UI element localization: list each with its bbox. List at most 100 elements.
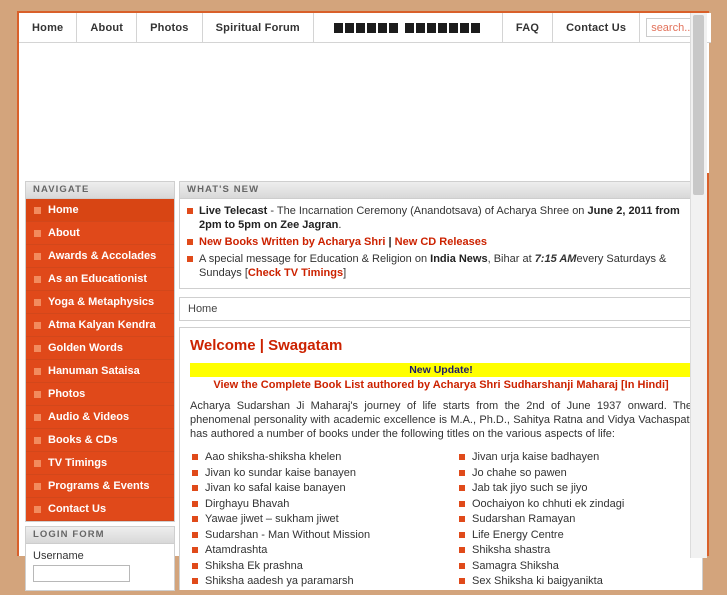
sidebar-item-photos[interactable]: Photos <box>26 383 174 406</box>
sidebar-item-awards-accolades[interactable]: Awards & Accolades <box>26 245 174 268</box>
square-bullet-icon <box>34 413 41 421</box>
book-list-item[interactable]: Atamdrashta <box>190 543 441 557</box>
username-label: Username <box>33 550 84 562</box>
sidebar-item-label: Photos <box>48 388 86 400</box>
nav-item-contact-us[interactable]: Contact Us <box>553 13 641 43</box>
navigate-module: NAVIGATE Home About Awards & Accolades As a… <box>25 181 175 522</box>
username-input[interactable] <box>33 565 130 582</box>
book-list-item[interactable]: Jab tak jiyo such se jiyo <box>457 481 692 495</box>
vertical-scrollbar[interactable] <box>690 13 707 558</box>
login-form-title: LOGIN FORM <box>26 527 174 544</box>
missing-glyph-box <box>448 22 458 33</box>
whats-new-text: . <box>338 219 342 231</box>
square-bullet-icon <box>34 390 41 398</box>
sidebar-item-tv-timings[interactable]: TV Timings <box>26 452 174 475</box>
sidebar-item-label: As an Educationist <box>48 273 148 285</box>
sidebar-item-label: Contact Us <box>48 503 107 515</box>
book-list-item[interactable]: Sex Shiksha ki baigyanikta <box>457 574 692 588</box>
sidebar-menu: Home About Awards & Accolades As an Educati… <box>26 199 174 521</box>
missing-glyph-box <box>470 22 480 33</box>
sidebar-item-golden-words[interactable]: Golden Words <box>26 337 174 360</box>
sidebar-item-about[interactable]: About <box>26 222 174 245</box>
login-form-module: LOGIN FORM Username <box>25 526 175 591</box>
nav-item-home[interactable]: Home <box>19 13 78 43</box>
square-bullet-icon <box>34 229 41 237</box>
book-list-item[interactable]: Oochaiyon ko chhuti ek zindagi <box>457 497 692 511</box>
whats-new-link[interactable]: New Books Written by Acharya Shri <box>199 236 385 248</box>
missing-glyph-box <box>366 22 376 33</box>
sidebar-item-books-cds[interactable]: Books & CDs <box>26 429 174 452</box>
whats-new-list: Live Telecast - The Incarnation Ceremony… <box>180 199 702 288</box>
nav-item-spiritual-forum[interactable]: Spiritual Forum <box>202 13 314 43</box>
sidebar-item-programs-events[interactable]: Programs & Events <box>26 475 174 498</box>
nav-item-faq[interactable]: FAQ <box>502 13 554 43</box>
book-list-item[interactable]: Jivan urja kaise badhayen <box>457 450 692 464</box>
whats-new-text: Live Telecast <box>199 205 268 217</box>
whats-new-module: WHAT'S NEW Live Telecast - The Incarnati… <box>179 181 703 289</box>
navigate-module-title: NAVIGATE <box>26 182 174 199</box>
login-form-body: Username <box>26 544 174 590</box>
book-column-left: Aao shiksha-shiksha khelen Jivan ko sunda… <box>190 450 441 590</box>
square-bullet-icon <box>34 367 41 375</box>
sidebar-item-label: Hanuman Sataisa <box>48 365 140 377</box>
nav-item-about[interactable]: About <box>77 13 138 43</box>
breadcrumb-item-home[interactable]: Home <box>188 303 217 315</box>
missing-glyph-box <box>355 22 365 33</box>
whats-new-link[interactable]: New CD Releases <box>395 236 487 248</box>
page-container: Home About Photos Spiritual Forum FAQ Contact… <box>17 11 711 591</box>
nav-item-label: Spiritual Forum <box>215 21 300 34</box>
whats-new-text: - The Incarnation Ceremony (Anandotsava)… <box>267 205 588 217</box>
book-list-link[interactable]: View the Complete Book List authored by … <box>190 377 692 399</box>
book-list-item[interactable]: Life Energy Centre <box>457 528 692 542</box>
sidebar-item-yoga-metaphysics[interactable]: Yoga & Metaphysics <box>26 291 174 314</box>
square-bullet-icon <box>34 505 41 513</box>
book-list-item[interactable]: Jivan ko safal kaise banayen <box>190 481 441 495</box>
sidebar-item-label: TV Timings <box>48 457 108 469</box>
square-bullet-icon <box>34 206 41 214</box>
nav-item-label: Contact Us <box>566 21 627 34</box>
sidebar-item-label: Home <box>48 204 79 216</box>
square-bullet-icon <box>34 459 41 467</box>
nav-item-photos[interactable]: Photos <box>137 13 203 43</box>
square-bullet-icon <box>34 482 41 490</box>
book-list-item[interactable]: Sudarshan - Man Without Mission <box>190 528 441 542</box>
book-list-item[interactable]: Aao shiksha-shiksha khelen <box>190 450 441 464</box>
whats-new-link[interactable]: Check TV Timings <box>248 267 343 279</box>
sidebar-item-label: Audio & Videos <box>48 411 130 423</box>
book-list-item[interactable]: Jo chahe so pawen <box>457 466 692 480</box>
scrollbar-thumb[interactable] <box>693 15 704 195</box>
book-list-item[interactable]: Sudarshan Ramayan <box>457 512 692 526</box>
sidebar-item-home[interactable]: Home <box>26 199 174 222</box>
nav-item-hindi[interactable] <box>313 13 503 43</box>
book-list-item[interactable]: Shiksha Ek prashna <box>190 559 441 573</box>
sidebar-item-label: Programs & Events <box>48 480 150 492</box>
whats-new-text: | <box>385 236 395 248</box>
missing-glyph-box <box>404 22 414 33</box>
square-bullet-icon <box>34 298 41 306</box>
missing-glyph-box <box>388 22 398 33</box>
nav-item-label: About <box>90 21 124 34</box>
book-list-item[interactable]: Shiksha aadesh ya paramarsh <box>190 574 441 588</box>
whats-new-text: India News <box>430 253 488 265</box>
sidebar-item-label: Golden Words <box>48 342 123 354</box>
book-list-item[interactable]: Yawae jiwet – sukham jiwet <box>190 512 441 526</box>
main-content-row: NAVIGATE Home About Awards & Accolades As a… <box>19 173 709 595</box>
sidebar-item-hanuman-sataisa[interactable]: Hanuman Sataisa <box>26 360 174 383</box>
whats-new-text: A special message for Education & Religi… <box>199 253 431 265</box>
nav-items: Home About Photos Spiritual Forum FAQ Contact… <box>19 13 641 43</box>
square-bullet-icon <box>34 252 41 260</box>
book-list-item[interactable]: Shiksha shastra <box>457 543 692 557</box>
sidebar-item-audio-videos[interactable]: Audio & Videos <box>26 406 174 429</box>
sidebar-item-as-an-educationist[interactable]: As an Educationist <box>26 268 174 291</box>
intro-paragraph: Acharya Sudarshan Ji Maharaj's journey o… <box>190 400 692 440</box>
book-list-item[interactable]: Jivan ko sundar kaise banayen <box>190 466 441 480</box>
sidebar-item-label: Awards & Accolades <box>48 250 157 262</box>
whats-new-text: , Bihar at <box>487 253 535 265</box>
page-title: Welcome | Swagatam <box>190 337 343 354</box>
article-container: Welcome | Swagatam New Update! View the … <box>179 327 703 590</box>
sidebar-item-contact-us[interactable]: Contact Us <box>26 498 174 521</box>
book-list-item[interactable]: Dirghayu Bhavah <box>190 497 441 511</box>
whats-new-item: New Books Written by Acharya Shri | New … <box>186 235 694 249</box>
sidebar-item-atma-kalyan-kendra[interactable]: Atma Kalyan Kendra <box>26 314 174 337</box>
book-list-item[interactable]: Samagra Shiksha <box>457 559 692 573</box>
